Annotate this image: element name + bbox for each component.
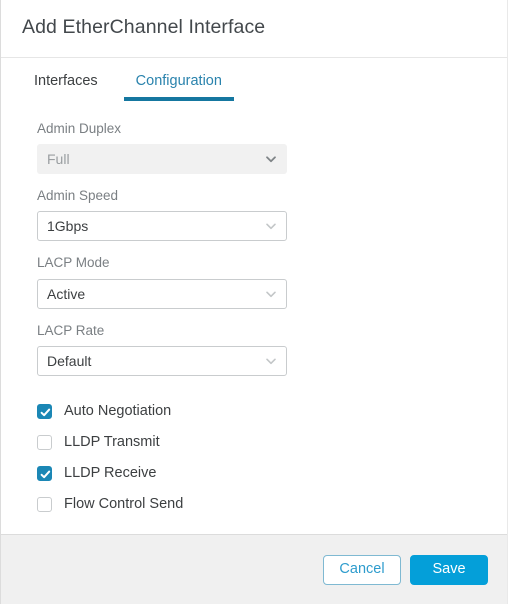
checkmark-icon [40, 470, 51, 478]
field-admin-duplex: Admin Duplex Full [37, 121, 507, 175]
cancel-button[interactable]: Cancel [323, 554, 401, 585]
field-lacp-mode: LACP Mode Active [37, 255, 507, 309]
field-list: Admin Duplex Full Admin Speed 1Gbps LACP Mod… [37, 121, 507, 376]
add-etherchannel-interface-dialog: Add EtherChannel Interface Interfaces Con… [0, 0, 508, 604]
checkbox-row-lldp-receive[interactable]: LLDP Receive [37, 458, 507, 489]
dialog-footer: Cancel Save [1, 534, 507, 604]
dialog-header: Add EtherChannel Interface [1, 0, 507, 58]
checkbox-flow-control-send[interactable] [37, 496, 52, 512]
tab-configuration[interactable]: Configuration [123, 74, 235, 101]
checkbox-row-flow-control-send[interactable]: Flow Control Send [37, 489, 507, 520]
dialog-title: Add EtherChannel Interface [22, 15, 266, 38]
select-lacp-rate[interactable]: Default [37, 345, 287, 376]
checkbox-label-lldp-receive: LLDP Receive [64, 465, 157, 481]
select-value-admin-speed: 1Gbps [47, 218, 89, 235]
checkbox-row-lldp-transmit[interactable]: LLDP Transmit [37, 427, 507, 458]
dialog-body: Admin Duplex Full Admin Speed 1Gbps LACP Mod… [1, 103, 507, 534]
chevron-down-icon [265, 355, 277, 367]
field-lacp-rate: LACP Rate Default [37, 323, 507, 376]
field-label-lacp-mode: LACP Mode [37, 255, 110, 271]
field-label-admin-speed: Admin Speed [37, 188, 119, 204]
checkbox-lldp-transmit[interactable] [37, 434, 52, 450]
checkbox-label-lldp-transmit: LLDP Transmit [64, 434, 160, 450]
select-value-lacp-mode: Active [47, 285, 86, 302]
select-admin-duplex: Full [37, 144, 287, 175]
checkbox-list: Auto Negotiation LLDP Transmit LLDP Receiv… [37, 396, 507, 520]
checkbox-auto-negotiation[interactable] [37, 403, 52, 419]
checkbox-label-auto-negotiation: Auto Negotiation [64, 403, 172, 419]
checkbox-row-auto-negotiation[interactable]: Auto Negotiation [37, 396, 507, 427]
select-value-lacp-rate: Default [47, 352, 92, 369]
save-button[interactable]: Save [410, 554, 488, 585]
checkbox-label-flow-control-send: Flow Control Send [64, 496, 184, 512]
checkbox-lldp-receive[interactable] [37, 465, 52, 481]
checkmark-icon [40, 408, 51, 416]
field-label-admin-duplex: Admin Duplex [37, 121, 122, 136]
field-label-lacp-rate: LACP Rate [37, 322, 105, 338]
chevron-down-icon [265, 220, 277, 232]
select-value-admin-duplex: Full [47, 151, 70, 168]
tab-interfaces[interactable]: Interfaces [34, 74, 98, 101]
tab-bar: Interfaces Configuration [1, 58, 507, 103]
select-admin-speed[interactable]: 1Gbps [37, 211, 287, 242]
chevron-down-icon [265, 153, 277, 165]
chevron-down-icon [265, 288, 277, 300]
select-lacp-mode[interactable]: Active [37, 278, 287, 309]
field-admin-speed: Admin Speed 1Gbps [37, 188, 507, 242]
